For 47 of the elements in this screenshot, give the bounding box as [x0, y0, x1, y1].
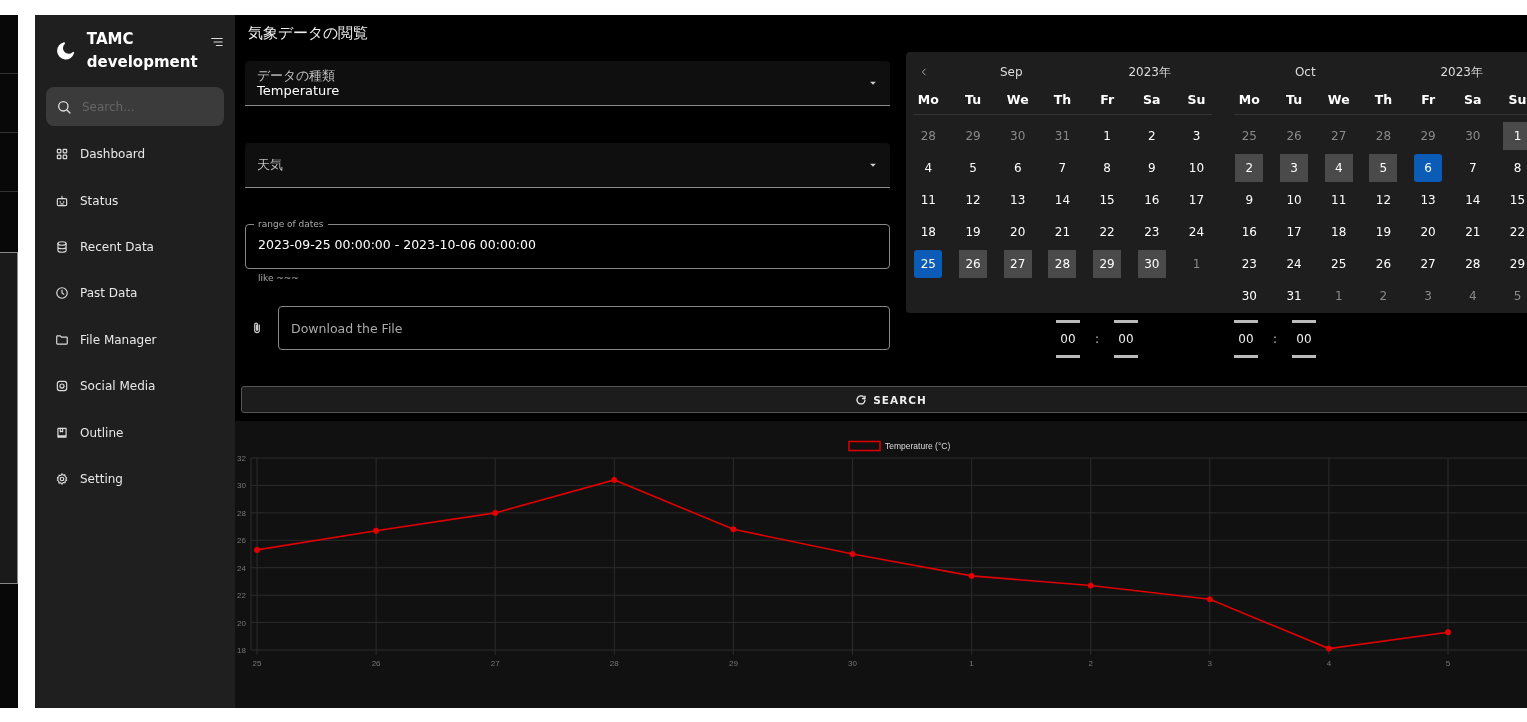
time-separator: :: [1273, 332, 1277, 346]
weekday-label: We: [1326, 92, 1351, 109]
helper-text: like ~~~: [257, 273, 300, 285]
axis-label: 3: [1207, 659, 1213, 668]
axis-label: 32: [237, 454, 246, 463]
weekday-label: Sa: [1463, 92, 1483, 109]
axis-label: 18: [237, 646, 246, 655]
brand-name: TAMC development: [86, 29, 199, 73]
axis-label: 26: [371, 659, 381, 668]
axis-label: 30: [237, 481, 246, 491]
year-label: 2023年: [1439, 63, 1484, 81]
weekday-label: Th: [1373, 92, 1394, 109]
axis-label: 28: [237, 508, 246, 518]
weekday-label: Sa: [1142, 92, 1162, 109]
axis-label: 25: [252, 659, 262, 668]
page-title: 気象データの閲覧: [247, 23, 369, 44]
field-label: データの種類: [257, 67, 336, 83]
weekday-label: Fr: [1099, 92, 1116, 109]
axis-label: 27: [490, 659, 500, 668]
year-label: 2023年: [1127, 63, 1172, 81]
weekday-label: Tu: [964, 92, 983, 109]
axis-label: 2: [1088, 659, 1093, 668]
weekday-label: Su: [1507, 92, 1527, 109]
weekday-label: Su: [1186, 92, 1207, 109]
month-label: Sep: [998, 65, 1024, 79]
time-separator: :: [1095, 332, 1099, 346]
weekday-label: Mo: [916, 92, 940, 109]
weekday-label: We: [1005, 92, 1030, 109]
field-value: Temperature: [257, 82, 341, 99]
axis-label: 30: [848, 659, 857, 668]
weekday-label: Fr: [1420, 92, 1437, 109]
field-label: 天気: [257, 156, 284, 174]
axis-label: 28: [609, 659, 619, 668]
axis-label: 22: [237, 591, 246, 601]
weekday-label: Mo: [1237, 92, 1261, 109]
weekday-label: Th: [1052, 92, 1073, 109]
field-value: 2023-09-25 00:00:00 - 2023-10-06 00:00:00: [258, 237, 537, 252]
month-label: Oct: [1293, 65, 1317, 79]
axis-label: 20: [237, 618, 246, 628]
axis-label: 1: [969, 659, 974, 668]
weekday-label: Tu: [1285, 92, 1304, 109]
field-label: range of dates: [257, 218, 325, 230]
axis-label: 4: [1326, 659, 1332, 668]
axis-label: 24: [237, 563, 246, 573]
axis-label: 26: [237, 536, 246, 546]
axis-label: 5: [1445, 659, 1451, 668]
axis-label: 29: [728, 659, 738, 668]
